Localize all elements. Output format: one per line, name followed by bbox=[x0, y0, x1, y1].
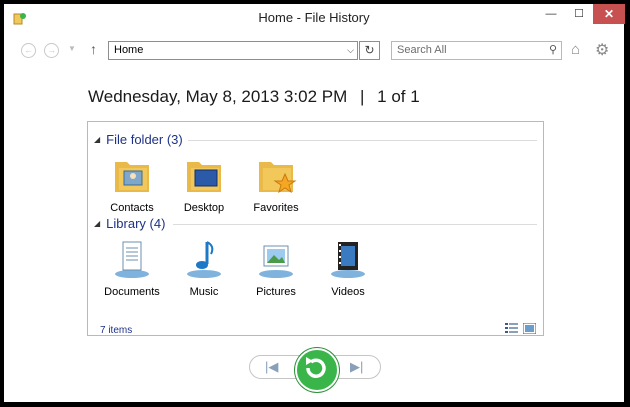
group-label: Library (4) bbox=[106, 216, 166, 231]
search-input[interactable]: Search All ⚲ bbox=[391, 41, 562, 60]
snapshot-date: Wednesday, May 8, 2013 3:02 PM bbox=[88, 87, 348, 106]
videos-library-icon bbox=[331, 242, 365, 278]
gear-icon[interactable]: ⚙ bbox=[595, 40, 609, 60]
large-icons-view-icon[interactable] bbox=[523, 323, 536, 334]
item-label: Music bbox=[189, 286, 219, 298]
contacts-folder-icon bbox=[115, 162, 149, 192]
favorites-folder-icon bbox=[259, 162, 297, 194]
item-label: Contacts bbox=[110, 202, 154, 214]
next-version-button[interactable]: ▶| bbox=[350, 359, 363, 375]
item-label: Videos bbox=[331, 286, 365, 298]
group-header-library[interactable]: ◢ Library (4) bbox=[94, 216, 165, 231]
collapse-icon[interactable]: ◢ bbox=[94, 219, 100, 228]
up-button[interactable]: ↑ bbox=[90, 41, 97, 57]
pictures-library-icon bbox=[259, 245, 293, 278]
list-item-documents[interactable]: Documents bbox=[102, 238, 162, 298]
group-divider bbox=[173, 224, 537, 225]
collapse-icon[interactable]: ◢ bbox=[94, 135, 100, 144]
list-item-videos[interactable]: Videos bbox=[318, 238, 378, 298]
maximize-button[interactable]: ☐ bbox=[565, 4, 593, 24]
details-view-icon[interactable] bbox=[505, 323, 518, 334]
list-item-favorites[interactable]: Favorites bbox=[246, 154, 306, 214]
item-label: Desktop bbox=[183, 202, 225, 214]
item-label: Pictures bbox=[256, 286, 296, 298]
group-header-file-folder[interactable]: ◢ File folder (3) bbox=[94, 132, 183, 147]
music-library-icon bbox=[187, 241, 221, 278]
list-item-contacts[interactable]: Contacts bbox=[102, 154, 162, 214]
home-icon[interactable]: ⌂ bbox=[571, 41, 580, 58]
list-item-pictures[interactable]: Pictures bbox=[246, 238, 306, 298]
desktop-folder-icon bbox=[187, 162, 221, 192]
address-dropdown-icon[interactable]: ⌵ bbox=[347, 42, 354, 59]
group-divider bbox=[188, 140, 537, 141]
restore-icon bbox=[306, 357, 326, 378]
minimize-button[interactable]: — bbox=[537, 4, 565, 24]
snapshot-heading: Wednesday, May 8, 2013 3:02 PM | 1 of 1 bbox=[88, 87, 420, 107]
item-label: Favorites bbox=[253, 202, 299, 214]
documents-library-icon bbox=[115, 241, 149, 278]
heading-separator: | bbox=[359, 87, 365, 106]
address-bar[interactable]: Home ⌵ bbox=[108, 41, 358, 60]
item-label: Documents bbox=[104, 286, 160, 298]
list-item-desktop[interactable]: Desktop bbox=[174, 154, 234, 214]
refresh-button[interactable]: ↻ bbox=[359, 41, 380, 60]
restore-button[interactable] bbox=[295, 348, 339, 392]
back-button[interactable]: ← bbox=[21, 43, 36, 58]
navigation-toolbar: ← → ▼ ↑ Home ⌵ ↻ Search All ⚲ ⌂ ⚙ bbox=[4, 38, 624, 64]
window-title: Home - File History bbox=[258, 10, 370, 25]
previous-version-button[interactable]: |◀ bbox=[265, 359, 278, 375]
forward-button[interactable]: → bbox=[44, 43, 59, 58]
file-history-window: Home - File History — ☐ ✕ ← → ▼ ↑ Home ⌵… bbox=[3, 3, 625, 403]
search-placeholder: Search All bbox=[397, 44, 447, 56]
address-value: Home bbox=[114, 44, 144, 56]
list-item-music[interactable]: Music bbox=[174, 238, 234, 298]
snapshot-position: 1 of 1 bbox=[377, 87, 420, 106]
content-panel: ◢ File folder (3) Contacts Desktop Favor… bbox=[87, 121, 544, 336]
recent-locations-dropdown[interactable]: ▼ bbox=[68, 44, 76, 53]
title-bar: Home - File History — ☐ ✕ bbox=[4, 4, 625, 32]
item-count: 7 items bbox=[100, 325, 133, 336]
close-button[interactable]: ✕ bbox=[593, 4, 625, 24]
group-label: File folder (3) bbox=[106, 132, 183, 147]
search-icon[interactable]: ⚲ bbox=[549, 42, 557, 59]
